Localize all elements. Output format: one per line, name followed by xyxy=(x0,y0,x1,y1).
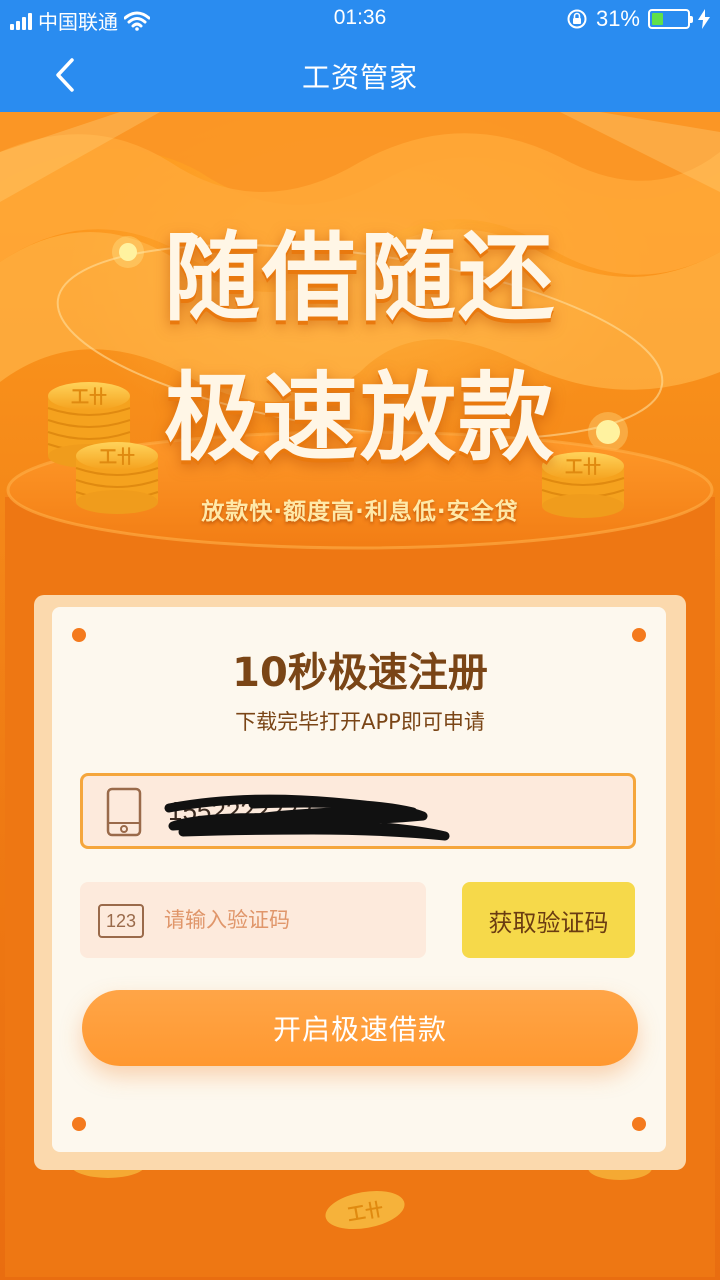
get-code-button[interactable]: 获取验证码 xyxy=(462,882,635,958)
battery-fill xyxy=(652,13,663,25)
start-loan-button[interactable]: 开启极速借款 xyxy=(82,990,638,1066)
code-icon: 123 xyxy=(98,904,144,938)
charging-icon xyxy=(698,9,710,29)
phone-icon xyxy=(106,787,142,837)
battery-percent: 31% xyxy=(595,6,640,31)
phone-value: 1552222222 xyxy=(168,796,313,826)
status-bar: 中国联通 01:36 31% xyxy=(0,0,720,38)
form-title: 10秒极速注册 xyxy=(232,650,488,696)
phone-field[interactable]: 1552222222 xyxy=(80,773,636,849)
nav-bar: 工资管家 xyxy=(0,38,720,112)
tagline: 放款快·额度高·利息低·安全贷 xyxy=(201,499,519,525)
card-corner-dot xyxy=(632,1117,646,1131)
slogan-line-1: 随借随还 xyxy=(164,222,556,334)
card-corner-dot xyxy=(72,1117,86,1131)
verification-code-field[interactable]: 123 xyxy=(80,882,426,958)
page-title: 工资管家 xyxy=(301,61,418,94)
status-right: 31% xyxy=(566,6,710,32)
rotation-lock-icon xyxy=(567,9,587,29)
verification-code-input[interactable] xyxy=(164,902,414,938)
battery-icon xyxy=(648,9,693,29)
form-subtitle: 下载完毕打开APP即可申请 xyxy=(235,710,485,734)
slogan-line-2: 极速放款 xyxy=(164,362,556,474)
